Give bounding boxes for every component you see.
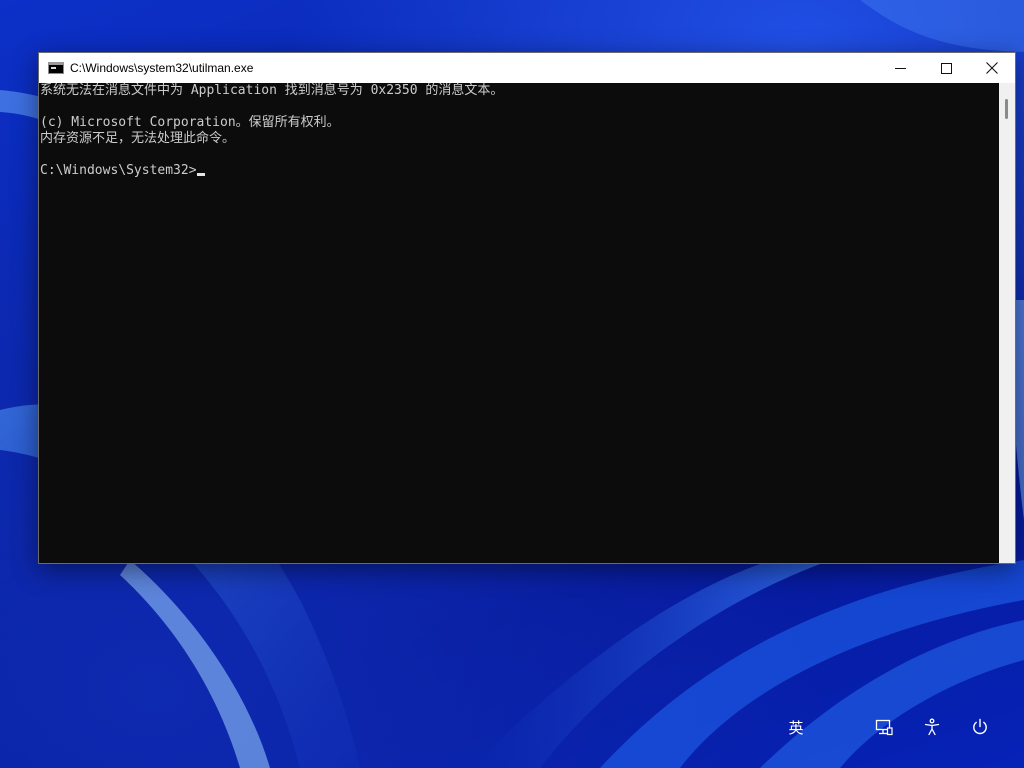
- accessibility-icon: [924, 718, 940, 736]
- window-controls: [877, 53, 1015, 83]
- text-cursor: [196, 173, 205, 176]
- scrollbar-thumb[interactable]: [1005, 99, 1008, 119]
- console-prompt-line[interactable]: C:\Windows\System32>: [39, 163, 999, 179]
- maximize-icon: [940, 62, 952, 74]
- close-button[interactable]: [969, 53, 1015, 83]
- minimize-button[interactable]: [877, 53, 923, 83]
- power-button[interactable]: [965, 712, 995, 742]
- console-output[interactable]: 系统无法在消息文件中为 Application 找到消息号为 0x2350 的消…: [39, 83, 999, 563]
- console-line: 系统无法在消息文件中为 Application 找到消息号为 0x2350 的消…: [40, 83, 504, 98]
- close-icon: [986, 62, 998, 74]
- power-icon: [973, 718, 987, 735]
- window-titlebar[interactable]: C:\Windows\system32\utilman.exe: [39, 53, 1015, 83]
- maximize-button[interactable]: [923, 53, 969, 83]
- command-prompt: C:\Windows\System32>: [40, 163, 197, 178]
- command-prompt-window[interactable]: C:\Windows\system32\utilman.exe 系统无法在消息文…: [38, 52, 1016, 564]
- network-icon: [875, 719, 893, 736]
- network-button[interactable]: [869, 712, 899, 742]
- minimize-icon: [894, 67, 906, 69]
- console-line: (c) Microsoft Corporation。保留所有权利。: [40, 115, 340, 130]
- console-line: 内存资源不足，无法处理此命令。: [40, 131, 236, 146]
- input-method-indicator[interactable]: 英: [781, 712, 811, 742]
- accessibility-button[interactable]: [917, 712, 947, 742]
- window-title: C:\Windows\system32\utilman.exe: [70, 61, 254, 75]
- ime-label: 英: [788, 718, 804, 737]
- console-app-icon[interactable]: [48, 62, 64, 74]
- vertical-scrollbar[interactable]: [999, 83, 1015, 563]
